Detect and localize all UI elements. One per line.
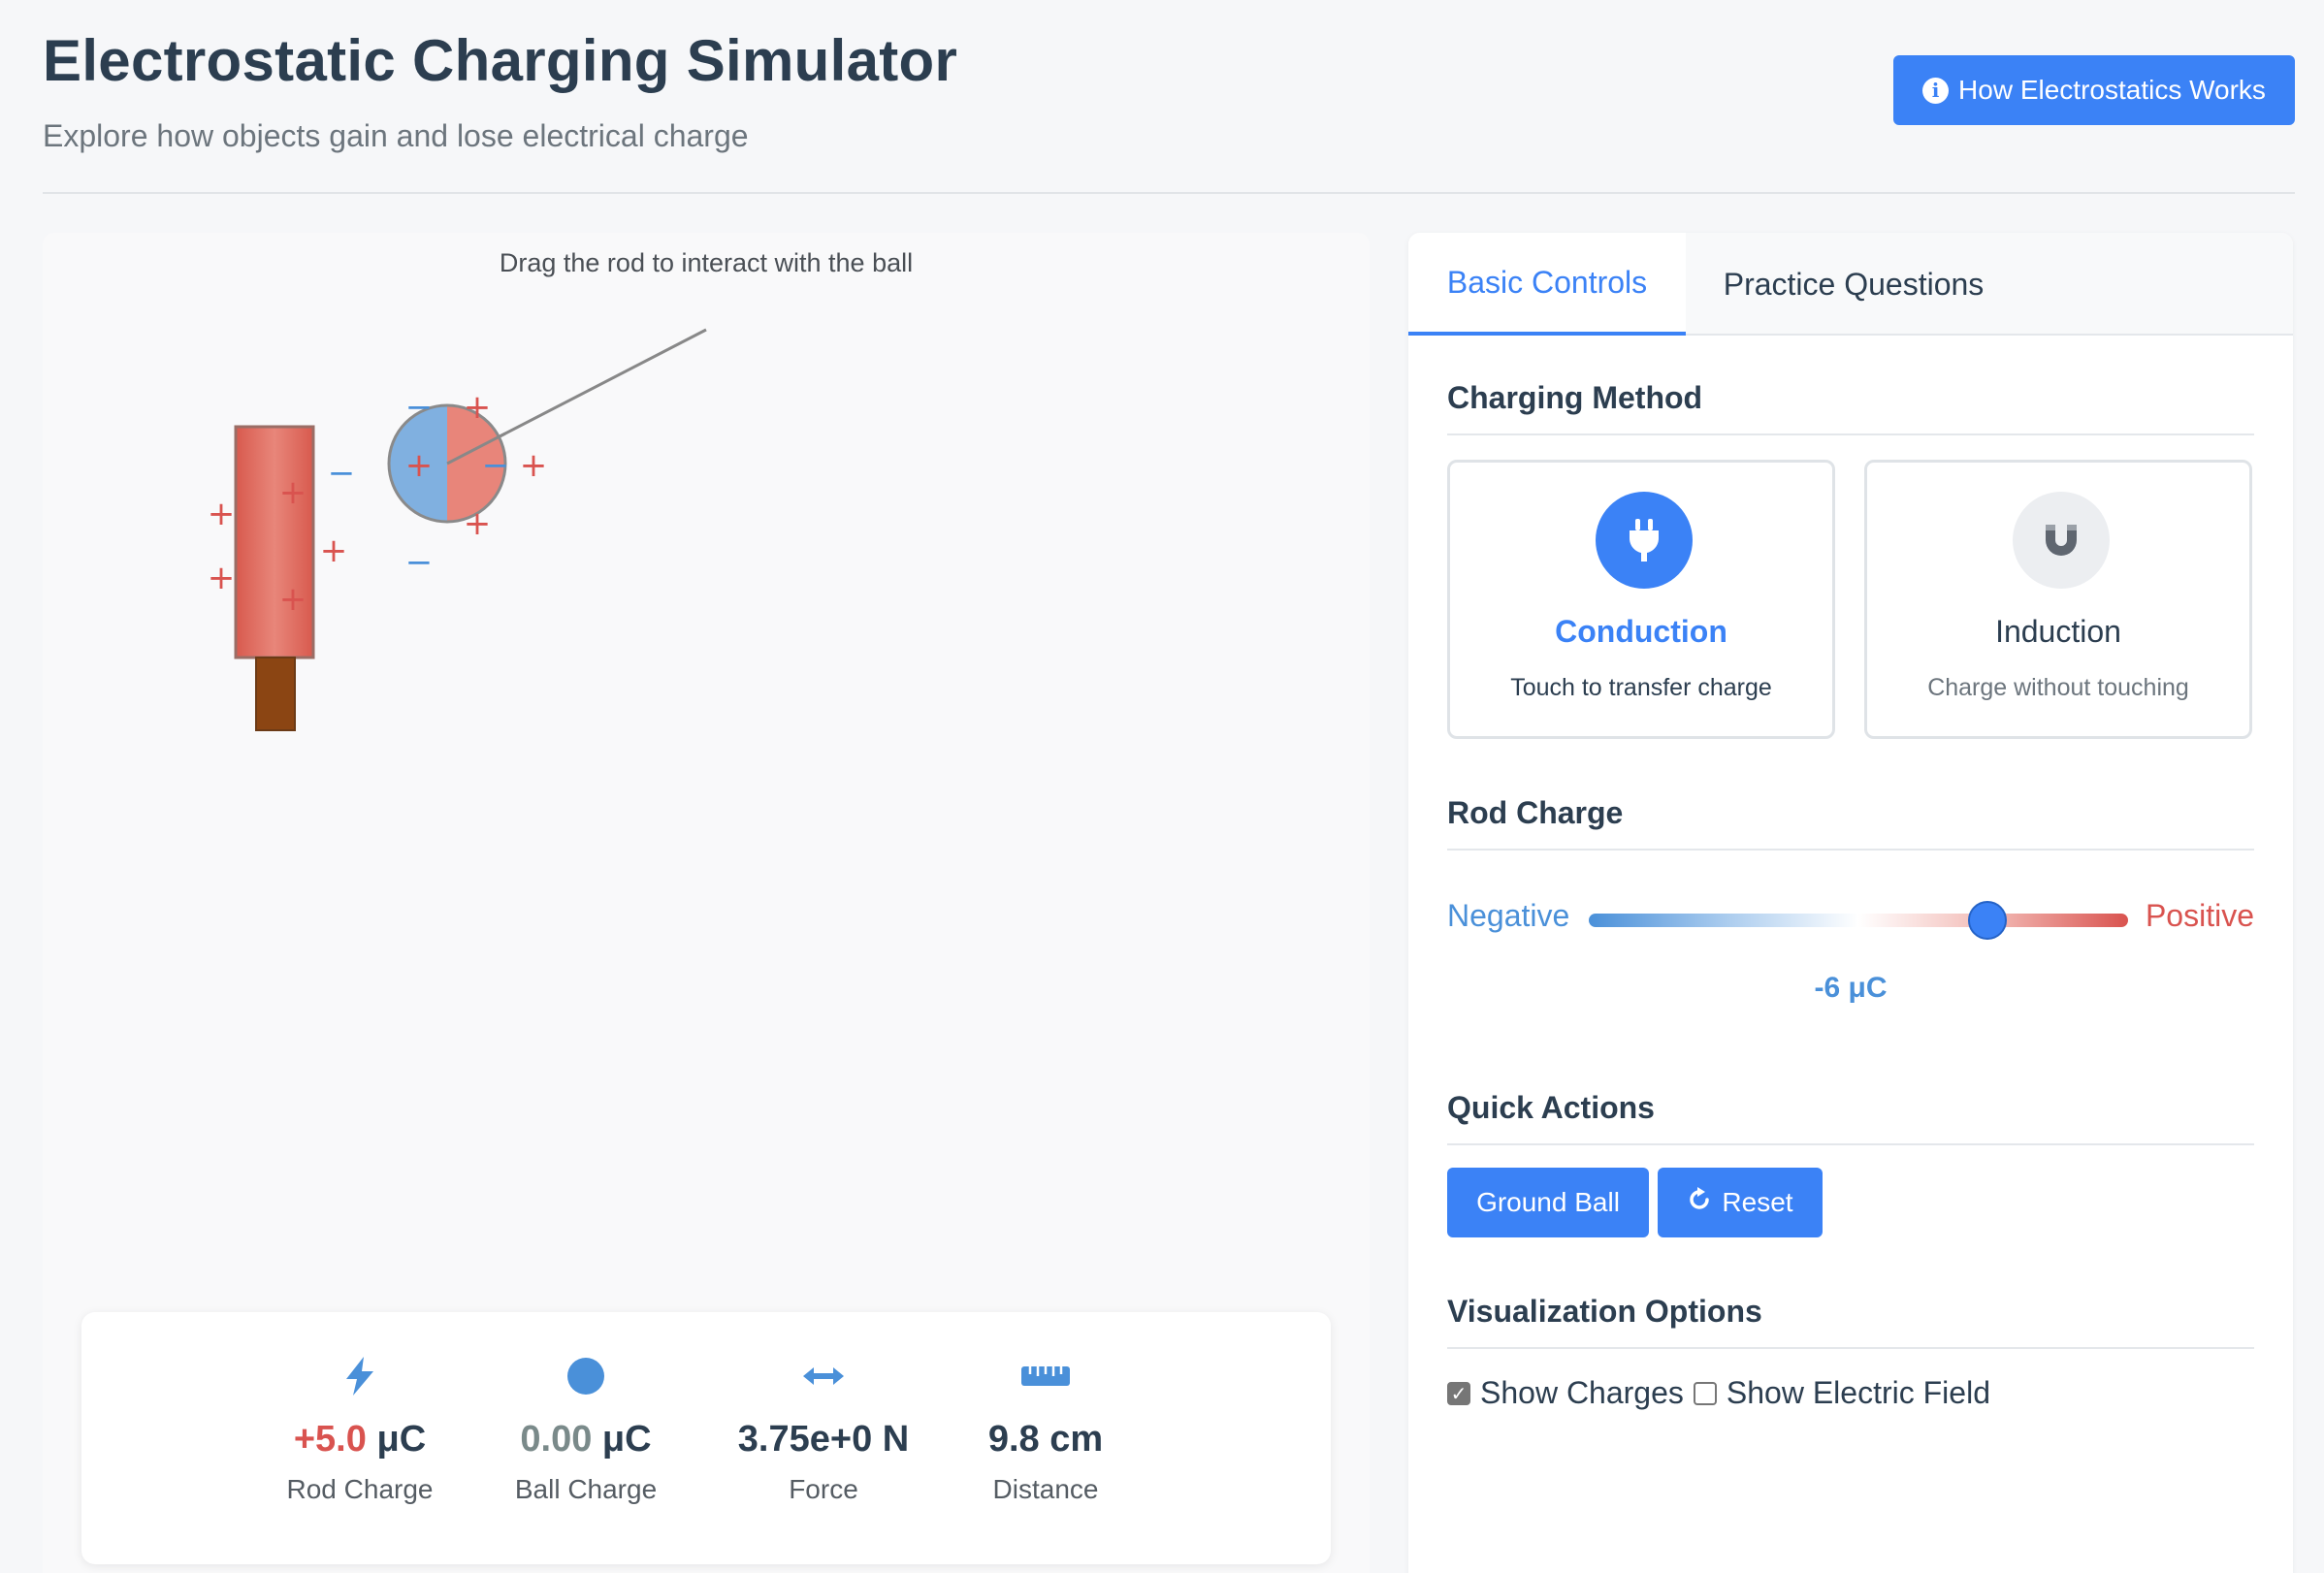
stat-distance: 9.8 cm Distance: [939, 1351, 1152, 1505]
info-icon: i: [1922, 77, 1950, 104]
rod-charge-unit: μC: [366, 1419, 427, 1460]
rod-charge-label: Rod Charge: [286, 1474, 434, 1504]
show-charges-label: Show Charges: [1480, 1375, 1684, 1410]
simulation-scene: +++++−−−+++− +: [208, 328, 707, 731]
visualization-options: Show Charges Show Electric Field: [1447, 1375, 2000, 1411]
rod-plus-charge: +: [208, 495, 236, 533]
force-value: 3.75e+0 N: [737, 1419, 910, 1460]
ball-plus-charge: +: [520, 446, 548, 485]
conduction-description: Touch to transfer charge: [1510, 674, 1772, 701]
how-electrostatics-works-button[interactable]: i How Electrostatics Works: [1893, 55, 2295, 125]
rod-charge-slider[interactable]: [1589, 901, 2128, 940]
ball-charge-value: 0.00: [520, 1419, 593, 1460]
visualization-heading: Visualization Options: [1447, 1294, 2254, 1349]
conduction-option[interactable]: Conduction Touch to transfer charge: [1447, 460, 1835, 739]
charged-rod[interactable]: [234, 425, 315, 731]
show-electric-field-label: Show Electric Field: [1726, 1375, 1990, 1410]
reset-label: Reset: [1722, 1187, 1793, 1217]
slider-negative-label: Negative: [1447, 898, 1570, 933]
control-panel: Basic Controls Practice Questions Chargi…: [1408, 233, 2293, 1573]
charging-method-heading: Charging Method: [1447, 380, 2254, 435]
conduction-title: Conduction: [1555, 614, 1727, 649]
simulation-canvas[interactable]: + + + + + − − − + + + − + Drag the rod to interact w…: [43, 233, 1370, 1573]
drag-hint: Drag the rod to interact with the ball: [499, 248, 914, 277]
tab-bar: Basic Controls Practice Questions: [1408, 233, 2293, 336]
ball-plus-charge: +: [405, 446, 434, 485]
ball-minus-charge: −: [405, 388, 434, 427]
ball-minus-charge: −: [405, 543, 434, 582]
rod-plus-charge: +: [320, 531, 348, 570]
rod-charge-readout: -6 μC: [1814, 972, 1888, 1004]
rod-handle: [255, 657, 296, 731]
induction-option[interactable]: Induction Charge without touching: [1864, 460, 2252, 739]
page-subtitle: Explore how objects gain and lose electr…: [43, 118, 749, 153]
ball-charge-unit: μC: [592, 1419, 652, 1460]
lightning-bolt-icon: [253, 1351, 467, 1401]
ball-minus-charge: −: [482, 446, 510, 485]
tab-practice-questions[interactable]: Practice Questions: [1686, 233, 2021, 336]
rod-minus-charge: −: [328, 454, 356, 493]
quick-actions-heading: Quick Actions: [1447, 1090, 2254, 1145]
plug-icon: [1596, 492, 1693, 589]
rod-charge-heading: Rod Charge: [1447, 795, 2254, 851]
slider-positive-label: Positive: [2145, 898, 2254, 933]
induction-description: Charge without touching: [1927, 674, 2189, 701]
reset-button[interactable]: Reset: [1658, 1168, 1823, 1237]
rotate-icon: [1687, 1186, 1712, 1219]
help-button-label: How Electrostatics Works: [1958, 75, 2266, 105]
stats-card: +5.0 μC Rod Charge 0.00 μC Ball Charge 3…: [81, 1312, 1331, 1564]
distance-label: Distance: [992, 1474, 1099, 1504]
stat-rod-charge: +5.0 μC Rod Charge: [253, 1351, 467, 1505]
ball-plus-charge: +: [464, 504, 492, 543]
ground-ball-label: Ground Ball: [1476, 1187, 1620, 1217]
slider-thumb[interactable]: [1968, 901, 2008, 940]
show-charges-checkbox[interactable]: [1447, 1381, 1470, 1405]
tab-basic-controls[interactable]: Basic Controls: [1408, 233, 1686, 336]
page-header: Electrostatic Charging Simulator Explore…: [43, 0, 2295, 194]
stat-ball-charge: 0.00 μC Ball Charge: [479, 1351, 693, 1505]
ball-charge-label: Ball Charge: [514, 1474, 658, 1504]
ruler-icon: [939, 1351, 1152, 1401]
distance-value: 9.8 cm: [987, 1419, 1104, 1460]
magnet-icon: [2013, 492, 2110, 589]
ball-plus-charge: +: [464, 388, 492, 427]
show-electric-field-checkbox[interactable]: [1693, 1381, 1717, 1405]
left-right-arrow-icon: [717, 1351, 930, 1401]
page-title: Electrostatic Charging Simulator: [43, 28, 958, 93]
ground-ball-button[interactable]: Ground Ball: [1447, 1168, 1649, 1237]
rod-plus-charge: +: [279, 473, 307, 512]
rod-charge-value: +5.0: [293, 1419, 367, 1460]
induction-title: Induction: [1995, 614, 2121, 649]
circle-icon: [479, 1351, 693, 1401]
rod-plus-charge: +: [208, 559, 236, 597]
rod-plus-charge: +: [279, 580, 307, 619]
stat-force: 3.75e+0 N Force: [717, 1351, 930, 1505]
force-label: Force: [789, 1474, 858, 1504]
